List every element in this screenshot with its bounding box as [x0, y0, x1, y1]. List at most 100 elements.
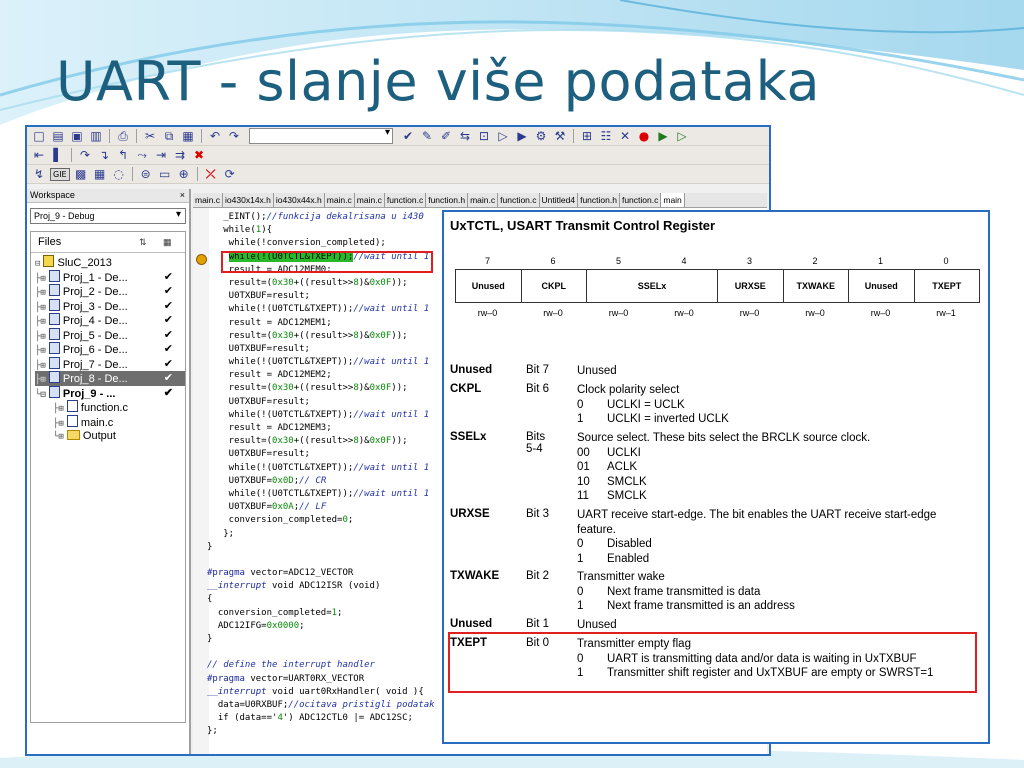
print-icon[interactable]: ⎙ — [115, 128, 131, 144]
replace-icon[interactable]: ⇆ — [457, 128, 473, 144]
collapse-icon[interactable]: └⊟ — [35, 390, 46, 400]
tree-item-label: main.c — [80, 416, 114, 429]
tree-item-project[interactable]: ├⊞ Proj_6 - De... ✔ — [35, 342, 185, 357]
expand-icon[interactable]: ├⊞ — [35, 346, 46, 356]
find-icon[interactable]: ✔ — [400, 128, 416, 144]
tab-function-h[interactable]: function.h — [426, 193, 469, 207]
reset-icon[interactable]: ⇤ — [31, 147, 47, 163]
tree-item-project[interactable]: ├⊞ Proj_4 - De... ✔ — [35, 313, 185, 328]
expand-icon[interactable]: ├⊞ — [35, 361, 46, 371]
tree-item-file[interactable]: ├⊞ main.c — [35, 414, 185, 430]
tab-io430x14x-h[interactable]: io430x14x.h — [223, 193, 274, 207]
tree-item-project[interactable]: ├⊞ Proj_3 - De... ✔ — [35, 298, 185, 314]
tab-untitled4[interactable]: Untitled4 — [540, 193, 579, 207]
grid-icon[interactable]: ▦ — [163, 232, 172, 252]
copy-icon[interactable]: ⧉ — [161, 128, 177, 144]
stack-icon[interactable]: ▭ — [157, 166, 173, 182]
go-icon[interactable]: ⇉ — [172, 147, 188, 163]
run-to-cursor-icon[interactable]: ⇥ — [153, 147, 169, 163]
sort-icon[interactable]: ⇅ — [139, 232, 147, 252]
compile-icon[interactable]: ⚙ — [533, 128, 549, 144]
tab-function-c[interactable]: function.c — [620, 193, 662, 207]
gie-box[interactable]: GIE — [50, 167, 70, 181]
expand-icon[interactable]: ├⊞ — [35, 288, 46, 298]
project-select[interactable]: Proj_9 - Debug — [30, 208, 186, 224]
tab-main-c[interactable]: main.c — [193, 193, 224, 207]
tree-item-file[interactable]: ├⊞ function.c — [35, 400, 185, 415]
debug-icon[interactable]: ▶ — [655, 128, 671, 144]
find-prev-icon[interactable]: ✐ — [438, 128, 454, 144]
tab-function-h[interactable]: function.h — [578, 193, 620, 207]
undo-icon[interactable]: ↶ — [207, 128, 223, 144]
next-bookmark-icon[interactable]: ▶ — [514, 128, 530, 144]
expand-icon[interactable]: ├⊞ — [35, 332, 46, 342]
find-combo[interactable] — [249, 127, 393, 144]
expand-icon[interactable]: ├⊞ — [35, 303, 46, 313]
tree-item-workspace[interactable]: ⊟ SluC_2013 — [35, 255, 185, 270]
break-icon[interactable]: ▌ — [50, 147, 66, 163]
watch-icon[interactable]: ◌ — [111, 166, 127, 182]
tree-item-project[interactable]: ├⊞ Proj_5 - De... ✔ — [35, 327, 185, 343]
expand-icon[interactable]: ├⊞ — [53, 404, 64, 414]
tab-main-c[interactable]: main.c — [468, 193, 499, 207]
register-icon[interactable]: ▩ — [73, 166, 89, 182]
clear-icon[interactable]: ⤫ — [203, 166, 219, 182]
trace-icon[interactable]: ⊕ — [176, 166, 192, 182]
open-folder-icon[interactable]: ▤ — [50, 128, 66, 144]
toggle-breakpoint-icon[interactable]: ✕ — [617, 128, 633, 144]
save-all-icon[interactable]: ▥ — [88, 128, 104, 144]
tree-item-label: SluC_2013 — [57, 257, 112, 269]
tree-item-project[interactable]: ├⊞ Proj_2 - De... ✔ — [35, 284, 185, 299]
bit-access: rw–0 — [739, 308, 760, 318]
memory-icon[interactable]: ▦ — [92, 166, 108, 182]
bit-number: 7 — [484, 256, 490, 266]
bookmark-icon[interactable]: ▷ — [495, 128, 511, 144]
tree-item-project[interactable]: ├⊞ Proj_8 - De... ✔ — [35, 371, 185, 386]
step-out-icon[interactable]: ↰ — [115, 147, 131, 163]
tab-main-c[interactable]: main.c — [325, 193, 355, 207]
new-file-icon[interactable]: □ — [31, 128, 47, 144]
macro-icon[interactable]: ↯ — [31, 166, 47, 182]
tree-item-folder[interactable]: └⊞ Output — [35, 429, 185, 444]
save-icon[interactable]: ▣ — [69, 128, 85, 144]
expand-icon[interactable]: ├⊞ — [35, 274, 46, 284]
goto-icon[interactable]: ⊡ — [476, 128, 492, 144]
find-next-icon[interactable]: ✎ — [419, 128, 435, 144]
tab-function-c[interactable]: function.c — [498, 193, 540, 207]
tab-main-active[interactable]: main — [661, 193, 685, 207]
option-meaning: SMCLK — [607, 490, 647, 502]
refresh-icon[interactable]: ⟳ — [222, 166, 238, 182]
paste-icon[interactable]: ▦ — [180, 128, 196, 144]
download-debug-icon[interactable]: ▷ — [674, 128, 690, 144]
tree-item-project[interactable]: ├⊞ Proj_1 - De... ✔ — [35, 269, 185, 285]
step-over-icon[interactable]: ↷ — [77, 147, 93, 163]
options-icon[interactable]: ⊞ — [579, 128, 595, 144]
stop-debugging-icon[interactable]: ✖ — [191, 147, 207, 163]
next-statement-icon[interactable]: ⤳ — [134, 147, 150, 163]
breakpoint-list-icon[interactable]: ☷ — [598, 128, 614, 144]
expand-icon[interactable]: ├⊞ — [35, 375, 46, 385]
tree-item-project-active[interactable]: └⊟ Proj_9 - ... ✔ — [35, 385, 185, 401]
option-meaning: Enabled — [607, 552, 650, 565]
cut-icon[interactable]: ✂ — [142, 128, 158, 144]
collapse-icon[interactable]: ⊟ — [35, 259, 40, 269]
check-icon: ✔ — [163, 299, 173, 312]
toolbar-separator — [71, 148, 72, 162]
field-name: TXWAKE — [450, 570, 500, 582]
tab-io430x44x-h[interactable]: io430x44x.h — [274, 193, 325, 207]
tab-function-c[interactable]: function.c — [385, 193, 427, 207]
stop-icon[interactable]: ● — [636, 128, 652, 144]
close-icon[interactable]: × — [180, 189, 185, 202]
redo-icon[interactable]: ↷ — [226, 128, 242, 144]
make-icon[interactable]: ⚒ — [552, 128, 568, 144]
expand-icon[interactable]: ├⊞ — [35, 317, 46, 327]
tab-main-c[interactable]: main.c — [355, 193, 385, 207]
step-into-icon[interactable]: ↴ — [96, 147, 112, 163]
option-meaning: SMCLK — [607, 475, 647, 488]
tree-item-project[interactable]: ├⊞ Proj_7 - De... ✔ — [35, 356, 185, 372]
terminal-icon[interactable]: ⊜ — [138, 166, 154, 182]
field-summary: Unused — [577, 365, 617, 377]
bit-number: 2 — [812, 256, 818, 266]
expand-icon[interactable]: ├⊞ — [53, 419, 64, 429]
expand-icon[interactable]: └⊞ — [53, 432, 64, 442]
